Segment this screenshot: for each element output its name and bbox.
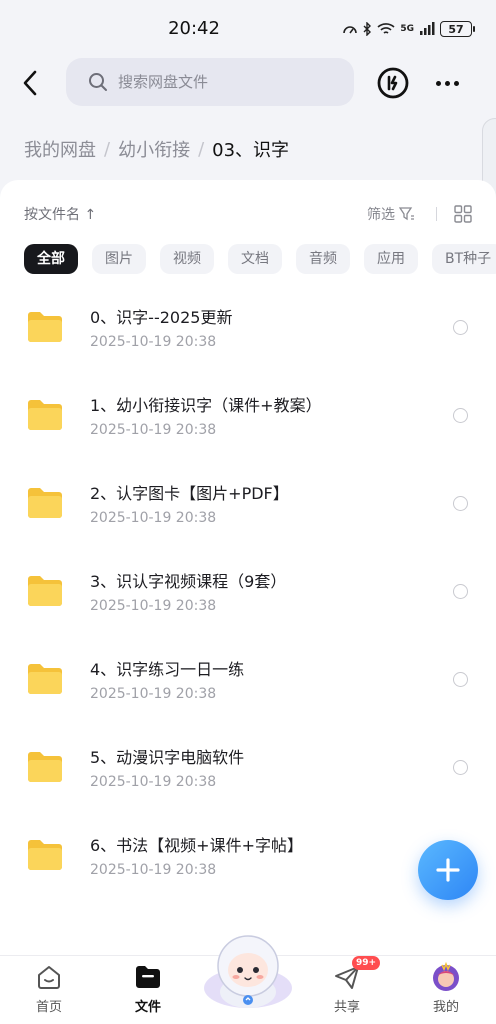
sort-label: 按文件名	[24, 207, 80, 223]
nav-files[interactable]: 文件	[113, 962, 183, 1015]
file-row[interactable]: 4、识字练习一日一练 2025-10-19 20:38	[0, 642, 496, 730]
bluetooth-icon	[363, 22, 372, 36]
folder-icon	[28, 752, 62, 782]
chip-bt[interactable]: BT种子	[432, 244, 496, 274]
file-time: 2025-10-19 20:38	[90, 862, 217, 878]
folder-icon	[28, 312, 62, 342]
more-button[interactable]	[430, 66, 464, 100]
add-button[interactable]	[418, 840, 478, 900]
speedometer-icon	[343, 26, 358, 34]
avatar	[431, 962, 461, 992]
select-checkbox[interactable]	[453, 408, 468, 423]
transfer-speed-button[interactable]	[376, 66, 410, 100]
breadcrumb-separator: /	[198, 138, 205, 160]
grid-icon	[454, 205, 472, 223]
nav-share-label: 共享	[333, 1000, 360, 1015]
battery-level: 57	[448, 22, 464, 36]
file-time: 2025-10-19 20:38	[90, 422, 217, 438]
chip-images[interactable]: 图片	[92, 244, 146, 274]
status-bar: 20:42 5G 57	[0, 0, 496, 58]
filter-button[interactable]: 筛选	[367, 204, 415, 224]
filter-label: 筛选	[367, 207, 395, 223]
file-name: 3、识认字视频课程（9套）	[90, 572, 287, 591]
file-time: 2025-10-19 20:38	[90, 686, 217, 702]
nav-home[interactable]: 首页	[14, 962, 84, 1015]
nav-mine[interactable]: 我的	[411, 962, 481, 1015]
folder-icon	[28, 400, 62, 430]
more-dot-icon	[444, 80, 450, 86]
nav-home-label: 首页	[35, 1000, 62, 1015]
select-checkbox[interactable]	[453, 496, 468, 511]
back-button[interactable]	[14, 66, 46, 100]
file-panel: 按文件名 ↑ 筛选 全部 图片 视频 文档 音频 应用 BT种子 0、识字--2…	[0, 180, 496, 955]
chip-all[interactable]: 全部	[24, 244, 78, 274]
search-input[interactable]	[118, 73, 338, 91]
speed-boost-icon	[377, 67, 409, 99]
folder-filled-icon	[133, 962, 163, 992]
file-time: 2025-10-19 20:38	[90, 510, 217, 526]
file-row[interactable]: 1、幼小衔接识字（课件+教案） 2025-10-19 20:38	[0, 378, 496, 466]
nav-mine-label: 我的	[432, 1000, 459, 1015]
file-name: 2、认字图卡【图片+PDF】	[90, 484, 289, 503]
nav-share[interactable]: 99+ 共享	[312, 956, 382, 1015]
chip-apps[interactable]: 应用	[364, 244, 418, 274]
paper-plane-icon: 99+	[332, 956, 381, 992]
breadcrumb-item-root[interactable]: 我的网盘	[24, 136, 96, 162]
category-chips: 全部 图片 视频 文档 音频 应用 BT种子	[24, 244, 496, 274]
chip-documents[interactable]: 文档	[228, 244, 282, 274]
chip-videos[interactable]: 视频	[160, 244, 214, 274]
chevron-left-icon	[23, 70, 37, 96]
select-checkbox[interactable]	[453, 760, 468, 775]
breadcrumb-item-parent[interactable]: 幼小衔接	[118, 136, 190, 162]
sort-row: 按文件名 ↑ 筛选	[24, 204, 474, 224]
file-name: 4、识字练习一日一练	[90, 660, 245, 679]
plus-icon	[436, 858, 460, 882]
file-row[interactable]: 0、识字--2025更新 2025-10-19 20:38	[0, 290, 496, 378]
file-name: 1、幼小衔接识字（课件+教案）	[90, 396, 322, 415]
file-time: 2025-10-19 20:38	[90, 334, 217, 350]
file-row[interactable]: 2、认字图卡【图片+PDF】 2025-10-19 20:38	[0, 466, 496, 554]
sort-button[interactable]: 按文件名 ↑	[24, 204, 96, 224]
more-dot-icon	[435, 80, 441, 86]
folder-icon	[28, 488, 62, 518]
folder-icon	[28, 664, 62, 694]
more-dot-icon	[453, 80, 459, 86]
folder-icon	[28, 840, 62, 870]
breadcrumb-separator: /	[104, 138, 111, 160]
share-badge: 99+	[352, 956, 381, 970]
breadcrumb: 我的网盘 / 幼小衔接 / 03、识字	[24, 136, 289, 162]
filter-icon	[399, 207, 414, 221]
file-name: 6、书法【视频+课件+字帖】	[90, 836, 303, 855]
select-checkbox[interactable]	[453, 672, 468, 687]
status-time: 20:42	[168, 18, 220, 39]
select-checkbox[interactable]	[453, 320, 468, 335]
home-icon	[34, 962, 64, 992]
search-box[interactable]	[66, 58, 354, 106]
mascot-button[interactable]	[200, 930, 296, 1012]
arrow-up-icon: ↑	[84, 207, 97, 223]
grid-view-button[interactable]	[454, 205, 472, 223]
astronaut-mascot-icon	[204, 935, 292, 1008]
file-time: 2025-10-19 20:38	[90, 774, 217, 790]
wifi-icon	[377, 23, 395, 34]
chip-audio[interactable]: 音频	[296, 244, 350, 274]
file-row[interactable]: 3、识认字视频课程（9套） 2025-10-19 20:38	[0, 554, 496, 642]
nav-files-label: 文件	[134, 1000, 161, 1015]
top-bar	[0, 58, 496, 108]
file-name: 0、识字--2025更新	[90, 308, 233, 327]
status-icons: 5G 57	[342, 20, 475, 38]
breadcrumb-current: 03、识字	[212, 140, 290, 161]
folder-icon	[28, 576, 62, 606]
file-list: 0、识字--2025更新 2025-10-19 20:38 1、幼小衔接识字（课…	[0, 290, 496, 906]
file-row[interactable]: 5、动漫识字电脑软件 2025-10-19 20:38	[0, 730, 496, 818]
signal-icon	[420, 22, 435, 35]
file-name: 5、动漫识字电脑软件	[90, 748, 245, 767]
network-type: 5G	[400, 24, 414, 34]
battery-indicator: 57	[440, 21, 475, 37]
select-checkbox[interactable]	[453, 584, 468, 599]
search-icon	[88, 71, 110, 93]
toolbar-divider	[436, 207, 437, 221]
file-time: 2025-10-19 20:38	[90, 598, 217, 614]
